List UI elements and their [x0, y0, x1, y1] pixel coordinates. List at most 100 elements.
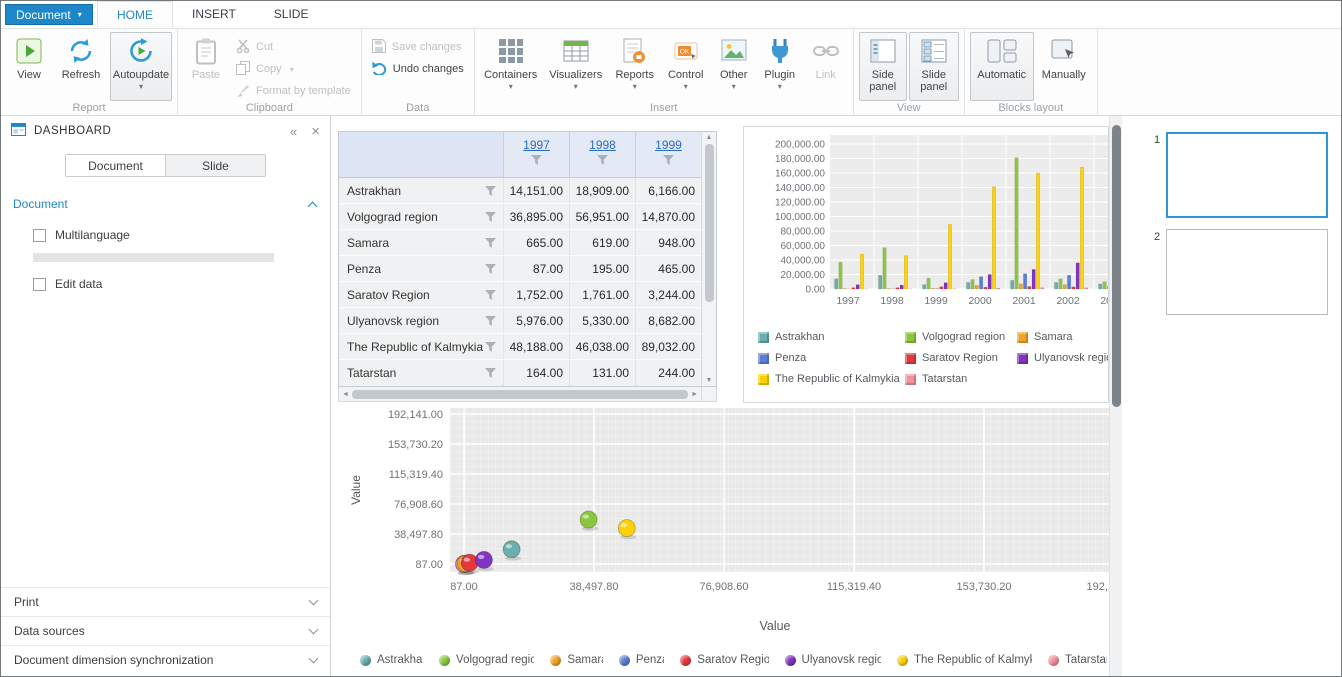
link-button[interactable]: Link [804, 32, 848, 101]
column-header-link[interactable]: 1999 [655, 138, 682, 152]
scrollbar-thumb[interactable] [1112, 125, 1121, 407]
scroll-right-icon[interactable]: ► [691, 391, 698, 398]
containers-button[interactable]: Containers ▾ [480, 32, 542, 101]
filter-funnel-icon[interactable] [485, 264, 496, 274]
multilanguage-checkbox-row[interactable]: Multilanguage [33, 228, 130, 242]
legend-swatch [758, 332, 769, 343]
toggle-document-button[interactable]: Document [66, 155, 165, 176]
close-panel-icon[interactable]: × [311, 123, 320, 140]
legend-label: Tatarstan [922, 373, 967, 385]
scrollbar-thumb[interactable] [352, 390, 688, 399]
legend-item: Ulyanovsk region [785, 654, 881, 666]
control-button[interactable]: OK Control ▾ [662, 32, 710, 101]
app-window: Document ▾ HOMEINSERTSLIDE View Refresh … [0, 0, 1342, 677]
slide-canvas[interactable] [1166, 229, 1328, 315]
format-by-template-button[interactable]: Format by template [231, 80, 356, 102]
paste-button[interactable]: Paste [183, 32, 229, 101]
svg-text:1997: 1997 [836, 295, 860, 307]
filter-funnel-icon[interactable] [485, 238, 496, 248]
document-section-header[interactable]: Document [13, 197, 316, 211]
table-horizontal-scrollbar[interactable]: ◄ ► [338, 387, 702, 402]
automatic-button[interactable]: Automatic [970, 32, 1034, 101]
filter-funnel-icon[interactable] [485, 316, 496, 326]
svg-text:60,000.00: 60,000.00 [781, 241, 826, 252]
filter-funnel-icon[interactable] [485, 368, 496, 378]
language-placeholder-bar [33, 253, 274, 262]
region-table[interactable]: 1997 1998 1999 Astrakhan14,151.0018,909.006… [338, 131, 717, 402]
svg-text:200,000.00: 200,000.00 [775, 140, 825, 151]
table-column-header[interactable]: 1997 [503, 132, 569, 177]
edit-data-checkbox-row[interactable]: Edit data [33, 277, 102, 291]
save-icon [372, 39, 386, 56]
filter-funnel-icon[interactable] [531, 155, 542, 165]
chevron-down-icon: ▾ [139, 82, 143, 91]
table-row[interactable]: Volgograd region36,895.0056,951.0014,870… [339, 204, 701, 230]
filter-funnel-icon[interactable] [485, 342, 496, 352]
multilanguage-checkbox[interactable] [33, 229, 46, 242]
autoupdate-button[interactable]: Autoupdate ▾ [110, 32, 172, 101]
document-menu-button[interactable]: Document ▾ [5, 4, 93, 25]
slide-panel-button[interactable]: Slide panel [909, 32, 959, 101]
table-row[interactable]: Astrakhan14,151.0018,909.006,166.00 [339, 178, 701, 204]
scatter-chart-element[interactable]: 87.0087.0038,497.8038,497.8076,908.6076,… [338, 406, 1109, 674]
dimension-sync-section-header[interactable]: Document dimension synchronization [1, 645, 330, 674]
slide-canvas[interactable] [1166, 132, 1328, 218]
save-changes-button[interactable]: Save changes [367, 36, 469, 58]
table-row[interactable]: Saratov Region1,752.001,761.003,244.00 [339, 282, 701, 308]
table-vertical-scrollbar[interactable]: ▲ ▼ [701, 132, 716, 386]
table-row[interactable]: The Republic of Kalmykia48,188.0046,038.… [339, 334, 701, 360]
filter-funnel-icon[interactable] [485, 186, 496, 196]
side-panel-button[interactable]: Side panel [859, 32, 907, 101]
print-section-header[interactable]: Print [1, 587, 330, 616]
slide-thumbnail[interactable]: 1 [1122, 132, 1341, 222]
svg-text:115,319.40: 115,319.40 [827, 581, 881, 593]
panel-title: DASHBOARD [34, 125, 111, 137]
scroll-down-icon[interactable]: ▼ [706, 377, 713, 384]
bar-chart-element[interactable]: 0.0020,000.0040,000.0060,000.0080,000.00… [743, 126, 1109, 403]
filter-funnel-icon[interactable] [663, 155, 674, 165]
data-sources-section-header[interactable]: Data sources [1, 616, 330, 645]
column-header-link[interactable]: 1998 [589, 138, 616, 152]
plugin-button[interactable]: Plugin ▾ [758, 32, 802, 101]
scroll-up-icon[interactable]: ▲ [706, 134, 713, 141]
undo-changes-button[interactable]: Undo changes [367, 58, 469, 80]
filter-funnel-icon[interactable] [485, 290, 496, 300]
toggle-slide-button[interactable]: Slide [165, 155, 265, 176]
tab-insert[interactable]: INSERT [173, 1, 255, 28]
ribbon-tabs: HOMEINSERTSLIDE [97, 1, 327, 28]
table-column-header[interactable]: 1999 [635, 132, 701, 177]
copy-button[interactable]: Copy ▾ [231, 58, 356, 80]
slide-thumbnail[interactable]: 2 [1122, 229, 1341, 319]
other-button[interactable]: Other ▾ [712, 32, 756, 101]
manually-button[interactable]: Manually [1036, 32, 1092, 101]
column-header-link[interactable]: 1997 [523, 138, 550, 152]
table-row[interactable]: Penza87.00195.00465.00 [339, 256, 701, 282]
cell-value: 5,976.00 [503, 308, 569, 333]
table-row[interactable]: Ulyanovsk region5,976.005,330.008,682.00 [339, 308, 701, 334]
filter-funnel-icon[interactable] [597, 155, 608, 165]
control-ok-icon: OK [673, 36, 699, 66]
edit-data-checkbox[interactable] [33, 278, 46, 291]
table-column-header[interactable]: 1998 [569, 132, 635, 177]
tab-home[interactable]: HOME [97, 1, 173, 28]
scrollbar-thumb[interactable] [705, 144, 714, 302]
slide-number: 1 [1154, 134, 1160, 146]
visualizers-button[interactable]: Visualizers ▾ [544, 32, 608, 101]
cut-button[interactable]: Cut [231, 36, 356, 58]
collapse-panel-icon[interactable]: « [290, 124, 297, 139]
view-button[interactable]: View [6, 32, 52, 101]
table-row[interactable]: Tatarstan164.00131.00244.00 [339, 360, 701, 386]
legend-label: Saratov Region [922, 352, 998, 364]
table-row[interactable]: Samara665.00619.00948.00 [339, 230, 701, 256]
tab-slide[interactable]: SLIDE [255, 1, 328, 28]
row-label-cell: Saratov Region [339, 282, 503, 307]
cell-value: 56,951.00 [569, 204, 635, 229]
svg-text:40,000.00: 40,000.00 [781, 256, 826, 267]
reports-button[interactable]: Reports ▾ [610, 32, 660, 101]
svg-text:Value: Value [759, 619, 790, 633]
main-vertical-scrollbar[interactable] [1109, 116, 1122, 676]
filter-funnel-icon[interactable] [485, 212, 496, 222]
cell-value: 619.00 [569, 230, 635, 255]
scroll-left-icon[interactable]: ◄ [342, 391, 349, 398]
refresh-button[interactable]: Refresh [54, 32, 108, 101]
